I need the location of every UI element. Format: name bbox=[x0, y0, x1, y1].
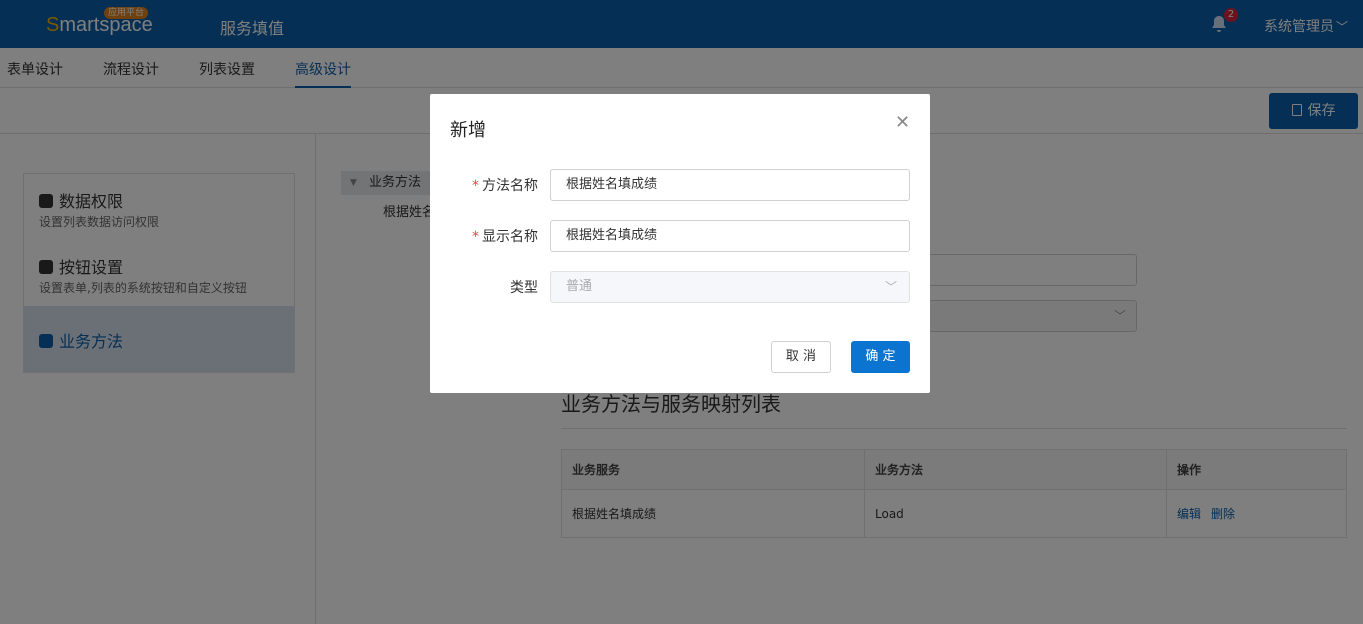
method-name-input[interactable]: 根据姓名填成绩 bbox=[550, 169, 910, 201]
cancel-button[interactable]: 取 消 bbox=[771, 341, 831, 373]
required-mark: * bbox=[472, 178, 479, 194]
chevron-down-icon: ﹀ bbox=[884, 280, 897, 294]
type-select[interactable]: 普通 ﹀ bbox=[550, 271, 910, 303]
display-name-input[interactable]: 根据姓名填成绩 bbox=[550, 220, 910, 252]
dialog-title: 新增 bbox=[450, 120, 486, 141]
display-name-label: * 显示名称 bbox=[472, 229, 538, 245]
confirm-button[interactable]: 确 定 bbox=[851, 341, 910, 373]
type-label: 类型 bbox=[510, 280, 538, 296]
required-mark: * bbox=[472, 229, 479, 245]
close-icon[interactable]: ✕ bbox=[895, 112, 910, 133]
add-method-dialog: 新增 ✕ * 方法名称 根据姓名填成绩 * 显示名称 根据姓名填成绩 类型 普通 ﹀ … bbox=[430, 94, 930, 393]
method-name-label: * 方法名称 bbox=[472, 178, 538, 194]
